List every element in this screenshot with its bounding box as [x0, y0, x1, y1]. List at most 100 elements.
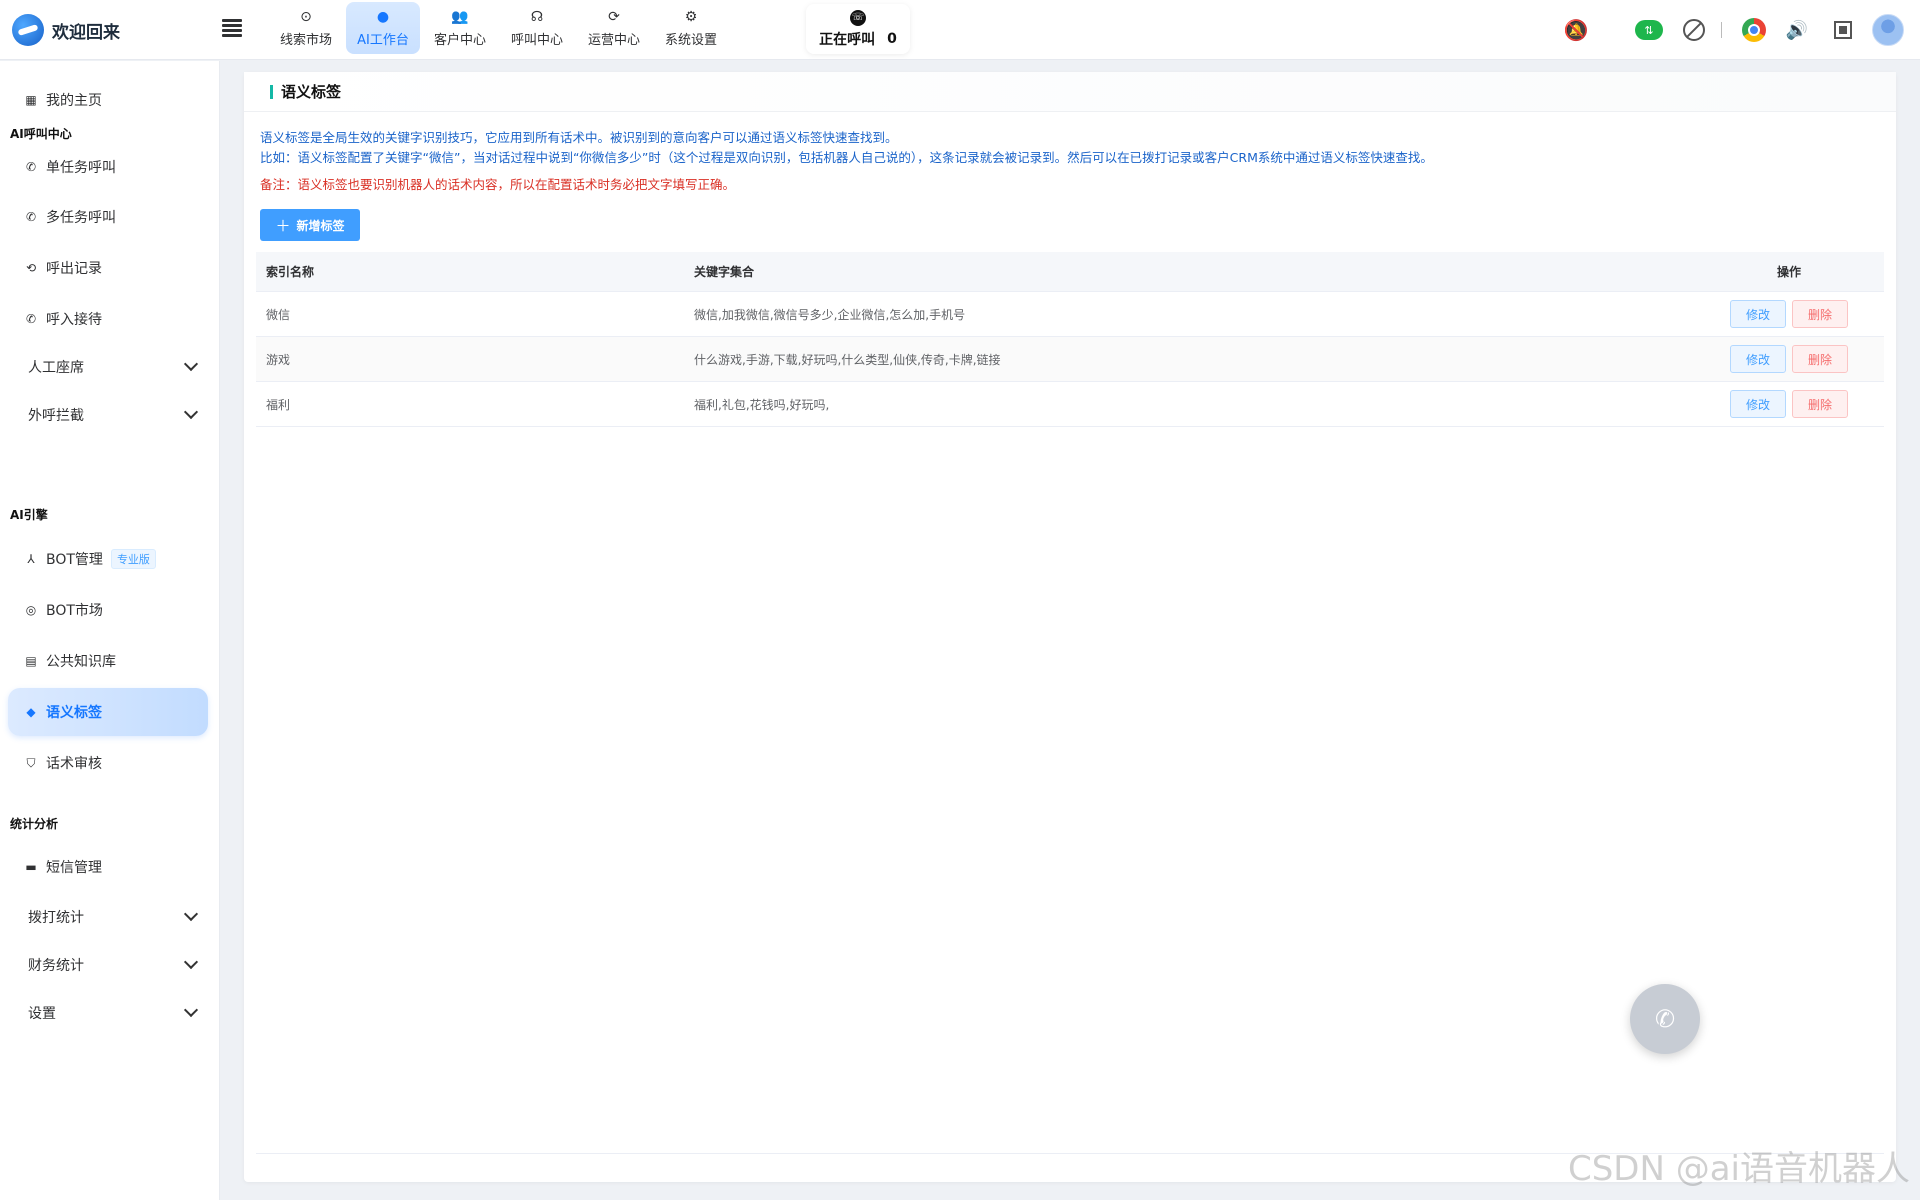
description-note: 备注：语义标签也要识别机器人的话术内容，所以在配置话术时务必把文字填写正确。 [260, 177, 736, 192]
cell-keywords: 福利,礼包,花钱吗,好玩吗, [694, 397, 830, 412]
pro-badge: 专业版 [110, 549, 156, 569]
history-icon: ⟲ [25, 261, 37, 275]
cell-keywords: 微信,加我微信,微信号多少,企业微信,怎么加,手机号 [694, 307, 966, 322]
calling-label: 正在呼叫 [819, 31, 876, 48]
fullscreen-button[interactable] [1828, 15, 1858, 45]
sidebar-group-stats: 统计分析 [10, 817, 59, 831]
sidebar-item-home[interactable]: ▦ 我的主页 [8, 76, 208, 124]
cell-operations: 修改 删除 [1694, 300, 1884, 328]
chevron-down-icon [183, 954, 199, 970]
operations-center-icon: ⟳ [608, 8, 620, 25]
chevron-down-icon [183, 404, 199, 420]
dashboard-icon: ▦ [25, 93, 37, 107]
sidebar-item-semantic-tags[interactable]: ◆ 语义标签 [8, 688, 208, 736]
cell-operations: 修改 删除 [1694, 390, 1884, 418]
sidebar-item-label: BOT市场 [46, 603, 103, 619]
description-line-1: 语义标签是全局生效的关键字识别技巧，它应用到所有话术中。被识别到的意向客户可以通… [260, 130, 898, 145]
toolbar-divider [1721, 22, 1722, 38]
cell-index-name: 福利 [266, 397, 291, 412]
table-header: 索引名称 关键字集合 操作 [256, 252, 1884, 292]
message-icon: ▬ [25, 860, 37, 874]
add-tag-label: 新增标签 [296, 218, 345, 233]
page-title: 语义标签 [281, 83, 342, 101]
sidebar-item-label: 话术审核 [46, 756, 102, 772]
sidebar-item-script-review[interactable]: ⛉ 话术审核 [8, 739, 208, 787]
sidebar-item-public-kb[interactable]: ▤ 公共知识库 [8, 637, 208, 685]
sidebar-item-outbound-intercept[interactable]: 外呼拦截 [8, 395, 208, 435]
delete-button[interactable]: 删除 [1792, 390, 1848, 418]
tab-label: 线索市场 [279, 32, 332, 48]
leads-market-icon: ⊙ [300, 8, 312, 25]
hierarchy-icon: ⅄ [27, 552, 35, 566]
sidebar-item-label: 呼入接待 [46, 312, 102, 328]
tab-label: 运营中心 [587, 32, 640, 48]
phone-hangup-icon: ✆ [1654, 1005, 1676, 1033]
chrome-icon[interactable] [1742, 18, 1766, 42]
phone-call-icon: ☏ [850, 9, 866, 26]
calling-count: 0 [887, 30, 897, 47]
edit-button[interactable]: 修改 [1730, 300, 1786, 328]
tab-ai-workbench[interactable]: ● AI工作台 [346, 2, 420, 54]
sidebar-item-manual-seat[interactable]: 人工座席 [8, 347, 208, 387]
tags-table: 索引名称 关键字集合 操作 微信 微信,加我微信,微信号多少,企业微信,怎么加,手… [256, 252, 1884, 427]
sidebar-item-label: 多任务呼叫 [46, 210, 116, 226]
tab-label: AI工作台 [357, 32, 409, 48]
sidebar-item-label: 语义标签 [46, 705, 102, 721]
tab-call-center[interactable]: ☊ 呼叫中心 [500, 2, 574, 54]
sidebar-item-bot-manage[interactable]: ⅄ BOT管理 专业版 [8, 535, 208, 583]
tab-customer-center[interactable]: 👥 客户中心 [423, 2, 497, 54]
table-row: 游戏 什么游戏,手游,下载,好玩吗,什么类型,仙侠,传奇,卡牌,链接 修改 删除 [256, 337, 1884, 382]
sidebar-item-settings[interactable]: 设置 [8, 993, 208, 1033]
user-avatar-icon[interactable] [1872, 14, 1904, 46]
cell-index-name: 微信 [266, 307, 291, 322]
table-row: 微信 微信,加我微信,微信号多少,企业微信,怎么加,手机号 修改 删除 [256, 292, 1884, 337]
edit-button[interactable]: 修改 [1730, 345, 1786, 373]
phone-incoming-icon: ✆ [25, 312, 37, 326]
watermark: CSDN @ai语音机器人 [1567, 1149, 1910, 1189]
volume-icon[interactable]: 🔊 [1782, 15, 1812, 45]
phone-multi-icon: ✆ [25, 210, 37, 224]
sidebar-item-label: BOT管理 [46, 552, 103, 568]
tab-label: 客户中心 [433, 32, 486, 48]
bell-off-icon[interactable]: 🔕 [1561, 15, 1591, 45]
floating-call-button[interactable]: ✆ [1630, 984, 1700, 1054]
fullscreen-icon [1834, 21, 1852, 39]
sidebar-item-inbound-reception[interactable]: ✆ 呼入接待 [8, 295, 208, 343]
sidebar-item-sms-manage[interactable]: ▬ 短信管理 [8, 843, 208, 891]
sidebar-item-label: 外呼拦截 [28, 408, 84, 424]
delete-button[interactable]: 删除 [1792, 345, 1848, 373]
edit-button[interactable]: 修改 [1730, 390, 1786, 418]
sidebar-item-label: 短信管理 [46, 860, 102, 876]
menu-toggle-icon[interactable] [222, 19, 242, 37]
sidebar-item-multi-task-call[interactable]: ✆ 多任务呼叫 [8, 193, 208, 241]
sidebar-item-single-task-call[interactable]: ✆ 单任务呼叫 [8, 143, 208, 191]
delete-button[interactable]: 删除 [1792, 300, 1848, 328]
tab-operations-center[interactable]: ⟳ 运营中心 [577, 2, 651, 54]
sidebar-item-outbound-records[interactable]: ⟲ 呼出记录 [8, 244, 208, 292]
brand-title: 欢迎回来 [52, 22, 120, 43]
sidebar-item-finance-stats[interactable]: 财务统计 [8, 945, 208, 985]
cell-index-name: 游戏 [266, 352, 291, 367]
tag-icon: ◆ [26, 705, 36, 719]
block-icon-button[interactable] [1679, 15, 1709, 45]
cell-operations: 修改 删除 [1694, 345, 1884, 373]
brand[interactable]: 欢迎回来 [12, 12, 120, 48]
table-body: 微信 微信,加我微信,微信号多少,企业微信,怎么加,手机号 修改 删除 游戏 什么游戏,手… [256, 292, 1884, 427]
market-icon: ◎ [25, 603, 37, 617]
sidebar-item-bot-market[interactable]: ◎ BOT市场 [8, 586, 208, 634]
panel-header: 语义标签 [244, 72, 1896, 112]
sidebar-item-dial-stats[interactable]: 拨打统计 [8, 897, 208, 937]
tab-system-settings[interactable]: ⚙ 系统设置 [654, 2, 728, 54]
block-icon [1683, 19, 1705, 41]
sidebar-item-label: 呼出记录 [46, 261, 102, 277]
book-icon: ▤ [25, 654, 37, 668]
tab-label: 系统设置 [664, 32, 717, 48]
shield-icon: ⛉ [26, 755, 36, 770]
add-tag-button[interactable]: ＋ 新增标签 [260, 209, 360, 241]
cloud-upload-icon[interactable]: ⇅ [1635, 20, 1663, 40]
tab-leads-market[interactable]: ⊙ 线索市场 [269, 2, 343, 54]
sidebar-item-label: 拨打统计 [28, 910, 84, 926]
description-line-2: 比如：语义标签配置了关键字“微信”，当对话过程中说到“你微信多少”时（这个过程是… [260, 150, 1433, 165]
brand-logo-icon [12, 14, 44, 46]
calling-status[interactable]: ☏ 正在呼叫 0 [806, 4, 910, 54]
